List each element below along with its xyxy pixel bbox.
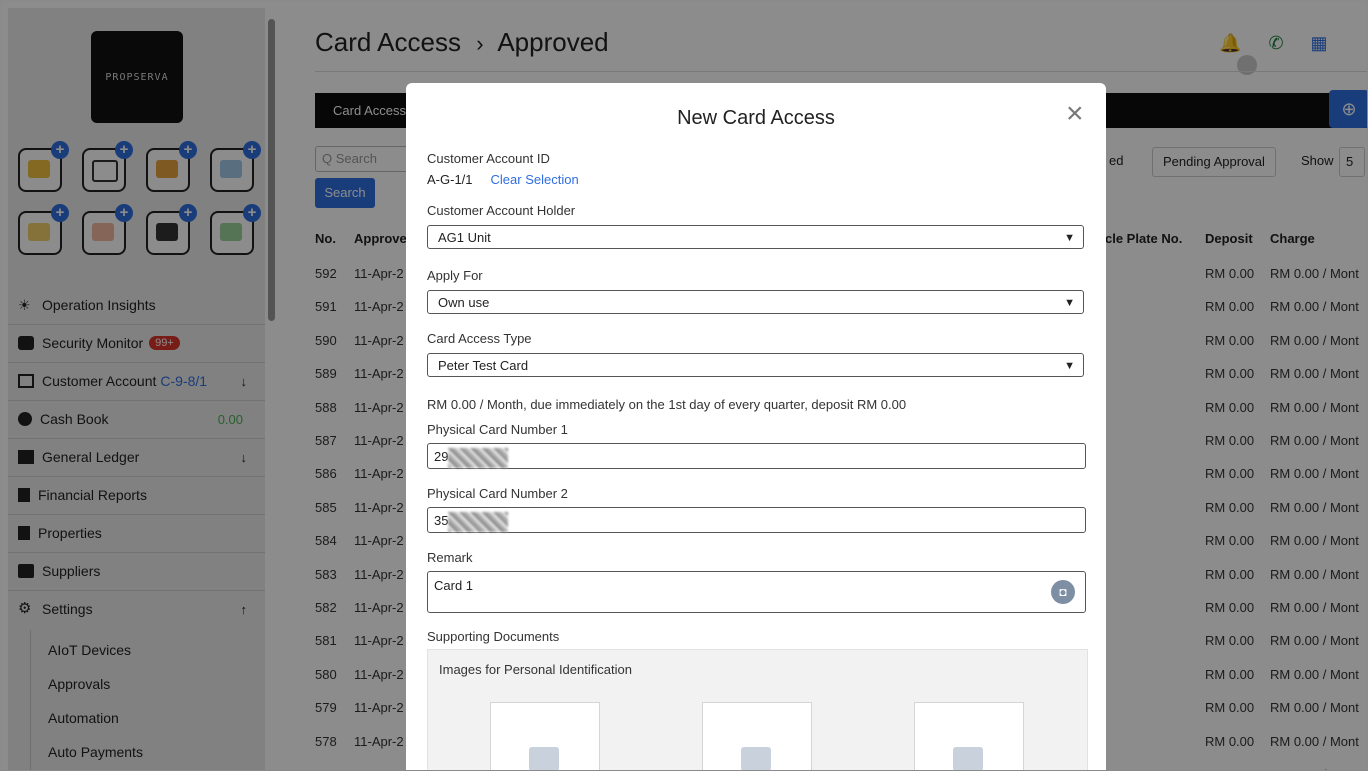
remark-label: Remark <box>427 550 473 565</box>
image-upload-slot[interactable] <box>702 702 812 770</box>
apply-for-label: Apply For <box>427 268 483 283</box>
card1-input[interactable]: 29 <box>427 443 1086 469</box>
holder-select[interactable]: AG1 Unit ▼ <box>427 225 1084 249</box>
image-upload-slot[interactable] <box>914 702 1024 770</box>
supporting-docs-box: Images for Personal Identification <box>427 649 1088 770</box>
chevron-down-icon: ▼ <box>1064 360 1075 372</box>
close-icon[interactable]: × <box>1066 97 1084 131</box>
card1-label: Physical Card Number 1 <box>427 422 568 437</box>
charge-info-text: RM 0.00 / Month, due immediately on the … <box>427 397 907 412</box>
app-window: PROPSERVA + + + + + + + + ☀ Operation In… <box>0 0 1368 771</box>
image-placeholder-icon <box>529 747 559 770</box>
remark-textarea[interactable]: Card 1 ◘ <box>427 571 1086 613</box>
image-upload-slot[interactable] <box>490 702 600 770</box>
chevron-down-icon: ▼ <box>1064 232 1075 244</box>
chevron-down-icon: ▼ <box>1064 297 1075 309</box>
modal-title: New Card Access <box>677 107 835 129</box>
type-select[interactable]: Peter Test Card ▼ <box>427 353 1084 377</box>
clear-selection-link[interactable]: Clear Selection <box>491 172 579 187</box>
apply-for-select[interactable]: Own use ▼ <box>427 290 1084 314</box>
docs-box-title: Images for Personal Identification <box>439 662 632 677</box>
type-label: Card Access Type <box>427 331 532 346</box>
card2-label: Physical Card Number 2 <box>427 486 568 501</box>
holder-label: Customer Account Holder <box>427 203 576 218</box>
docs-label: Supporting Documents <box>427 629 560 644</box>
redacted-value <box>448 447 509 468</box>
customer-id-label: Customer Account ID <box>427 151 550 166</box>
redacted-value <box>448 511 509 532</box>
image-placeholder-icon <box>953 747 983 770</box>
ai-assistant-icon[interactable]: ◘ <box>1051 580 1075 604</box>
customer-id-value: A-G-1/1 Clear Selection <box>427 172 579 187</box>
new-card-access-modal: New Card Access × Customer Account ID A-… <box>406 83 1106 770</box>
image-placeholder-icon <box>741 747 771 770</box>
card2-input[interactable]: 35 <box>427 507 1086 533</box>
